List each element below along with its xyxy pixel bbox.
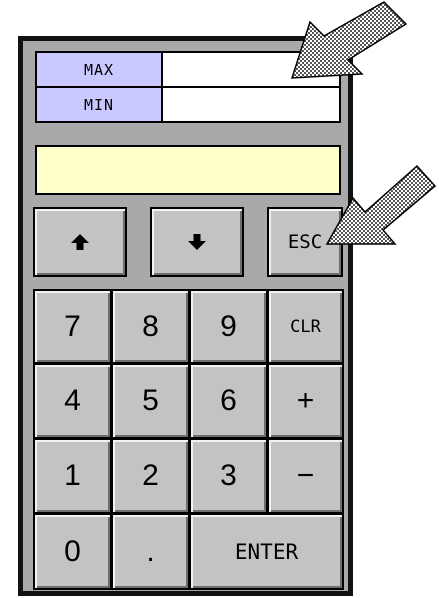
up-arrow-button[interactable] [33,207,127,277]
key-4[interactable]: 4 [33,363,112,439]
min-label: MIN [37,88,163,121]
key-6[interactable]: 6 [189,363,268,439]
down-arrow-icon [188,234,206,250]
key-9[interactable]: 9 [189,289,268,364]
min-value [163,88,339,121]
clr-button[interactable]: CLR [267,289,344,364]
callout-arrow-icon [290,1,408,79]
key-5[interactable]: 5 [111,363,190,439]
minus-button[interactable]: − [267,438,344,514]
key-8[interactable]: 8 [111,289,190,364]
decimal-point-button[interactable]: . [111,513,190,590]
callout-arrow-icon [325,164,437,245]
max-label: MAX [37,53,163,86]
up-arrow-icon [71,234,89,250]
key-2[interactable]: 2 [111,438,190,514]
keypad-panel: MAX MIN ESC 7 8 9 CLR 4 5 6 + 1 2 3 − 0 … [18,36,353,596]
key-3[interactable]: 3 [189,438,268,514]
plus-button[interactable]: + [267,363,344,439]
key-7[interactable]: 7 [33,289,112,364]
enter-button[interactable]: ENTER [189,513,344,590]
down-arrow-button[interactable] [150,207,244,277]
key-1[interactable]: 1 [33,438,112,514]
value-display [35,145,341,195]
key-0[interactable]: 0 [33,513,112,590]
min-row: MIN [37,88,339,121]
